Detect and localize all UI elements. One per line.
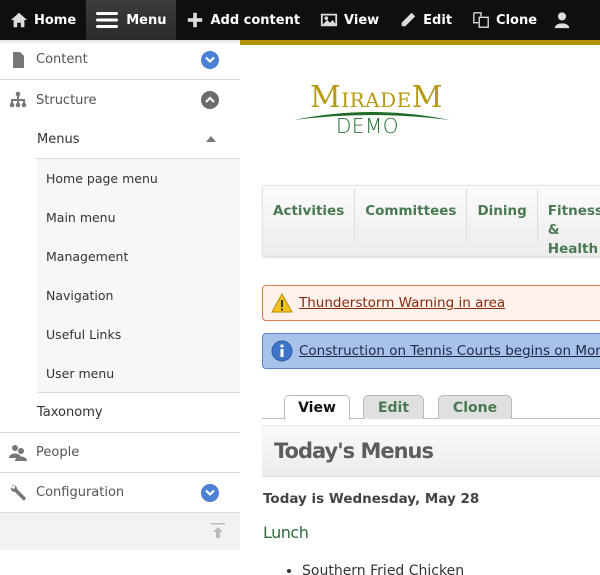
toolbar-menu-label: Menu (126, 12, 167, 28)
admin-sidebar: Content Structure Menus Home page menu M… (0, 40, 240, 575)
toolbar-view[interactable]: View (310, 0, 389, 40)
sidebar-item-people-label: People (36, 445, 80, 460)
content-tabs: View Edit Clone (262, 395, 600, 420)
image-icon (320, 11, 338, 29)
pencil-icon (399, 11, 417, 29)
sidebar-item-configuration[interactable]: Configuration (0, 473, 240, 513)
sidebar-footer (0, 513, 240, 550)
sidebar-item-content-label: Content (36, 52, 88, 67)
sidebar-item-management[interactable]: Management (37, 237, 240, 276)
sidebar-item-menus[interactable]: Menus (36, 120, 240, 159)
toolbar-home[interactable]: Home (0, 0, 86, 40)
warning-alert-link[interactable]: Thunderstorm Warning in area (299, 295, 505, 311)
toolbar-add-content[interactable]: Add content (176, 0, 310, 40)
clone-icon (472, 11, 490, 29)
people-icon (8, 444, 28, 462)
nav-item-activities[interactable]: Activities (263, 189, 356, 241)
expand-toggle-icon[interactable] (201, 484, 219, 502)
toolbar-edit-label: Edit (423, 12, 453, 28)
document-icon (8, 51, 28, 69)
warning-icon (271, 292, 293, 313)
warning-alert: Thunderstorm Warning in area (262, 285, 600, 321)
sidebar-item-structure-label: Structure (36, 92, 97, 108)
tab-edit[interactable]: Edit (363, 395, 424, 419)
menus-submenu: Home page menu Main menu Management Navi… (37, 159, 240, 393)
sidebar-item-structure[interactable]: Structure (0, 80, 240, 120)
sidebar-item-useful-links[interactable]: Useful Links (37, 315, 240, 354)
nav-item-fitness-health[interactable]: Fitness & Health (538, 189, 600, 257)
info-alert-link[interactable]: Construction on Tennis Courts begins on … (299, 343, 600, 359)
sidebar-item-menus-label: Menus (37, 131, 80, 147)
dish-list: Southern Fried Chicken (302, 563, 464, 575)
user-icon (553, 11, 571, 29)
hamburger-icon (96, 11, 119, 29)
sidebar-item-configuration-label: Configuration (36, 485, 125, 500)
info-icon (271, 340, 293, 362)
home-icon (10, 11, 28, 29)
sidebar-item-people[interactable]: People (0, 433, 240, 473)
toolbar-edit[interactable]: Edit (389, 0, 462, 40)
plus-icon (186, 11, 204, 29)
toolbar-menu[interactable]: Menu (86, 0, 177, 40)
sidebar-item-navigation[interactable]: Navigation (37, 276, 240, 315)
site-logo[interactable]: MIRADEM DEMO (292, 80, 452, 140)
meal-heading: Lunch (263, 523, 309, 542)
toolbar-home-label: Home (34, 12, 77, 28)
sidebar-item-content[interactable]: Content (0, 40, 240, 80)
admin-toolbar: Home Menu Add content View Edit Clone (0, 0, 600, 40)
dish-item: Southern Fried Chicken (302, 563, 464, 575)
page-title: Today's Menus (274, 439, 434, 463)
sidebar-item-taxonomy-label: Taxonomy (37, 405, 103, 420)
collapse-toggle-icon[interactable] (201, 91, 219, 109)
info-alert: Construction on Tennis Courts begins on … (262, 333, 600, 369)
date-line: Today is Wednesday, May 28 (263, 491, 480, 507)
nav-item-committees[interactable]: Committees (355, 189, 468, 241)
tab-view[interactable]: View (284, 395, 350, 420)
sidebar-item-user-menu[interactable]: User menu (37, 354, 240, 393)
logo-demo: DEMO (336, 114, 400, 138)
main-navigation: Activities Committees Dining Fitness & H… (262, 185, 600, 257)
pin-to-top-icon[interactable] (211, 523, 225, 541)
main-content: MIRADEM DEMO Activities Committees Dinin… (240, 45, 600, 575)
sidebar-item-taxonomy[interactable]: Taxonomy (0, 393, 240, 433)
toolbar-user[interactable] (547, 0, 587, 40)
page-title-box: Today's Menus (262, 425, 600, 477)
expand-toggle-icon[interactable] (201, 51, 219, 69)
wrench-icon (8, 484, 28, 502)
toolbar-clone[interactable]: Clone (462, 0, 547, 40)
tab-clone[interactable]: Clone (438, 395, 512, 419)
sidebar-item-home-page-menu[interactable]: Home page menu (37, 159, 240, 198)
sitemap-icon (8, 91, 28, 109)
sidebar-item-main-menu[interactable]: Main menu (37, 198, 240, 237)
toolbar-clone-label: Clone (496, 12, 538, 28)
collapse-triangle-icon[interactable] (206, 136, 216, 142)
toolbar-shadow (0, 40, 240, 44)
toolbar-view-label: View (344, 12, 380, 28)
toolbar-add-content-label: Add content (210, 12, 301, 28)
nav-item-dining[interactable]: Dining (467, 189, 538, 241)
